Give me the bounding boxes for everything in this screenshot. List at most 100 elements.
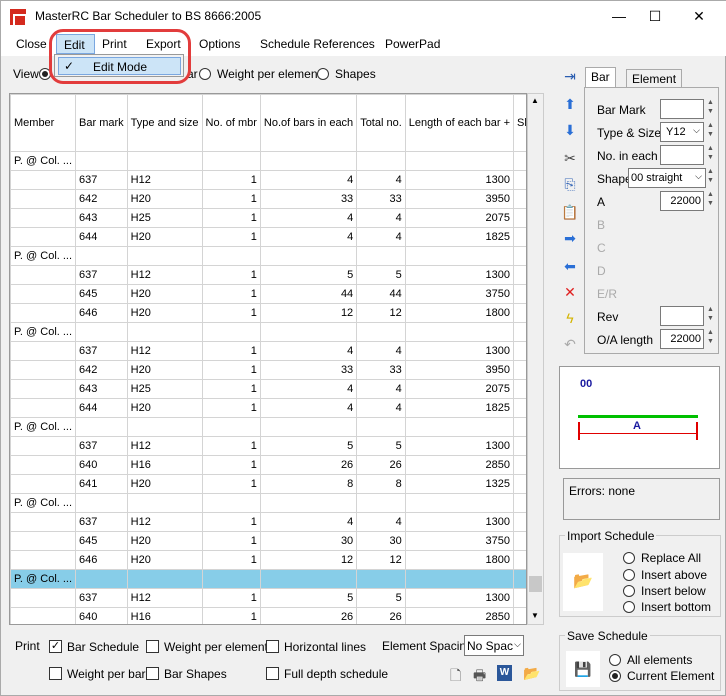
table-row[interactable]: 637H12144130051315215160160 <box>10 170 526 190</box>
view-radio-shapes[interactable] <box>317 66 329 80</box>
table-cell[interactable] <box>513 246 526 266</box>
table-cell[interactable]: P. @ Col. ... <box>10 322 77 342</box>
table-cell[interactable] <box>356 417 406 437</box>
table-cell[interactable] <box>513 322 526 342</box>
tab-bar[interactable]: Bar <box>585 67 616 89</box>
table-cell[interactable] <box>75 493 128 513</box>
table-cell[interactable] <box>356 246 406 266</box>
bar-mark-spinner[interactable]: ▲ ▼ <box>707 98 717 116</box>
table-cell[interactable] <box>126 493 203 513</box>
lightning-icon[interactable]: ϟ <box>561 309 579 327</box>
oa-length-spinner[interactable]: ▲ ▼ <box>707 328 717 346</box>
member-row[interactable]: P. @ Col. ... <box>10 417 526 437</box>
shape-spinner[interactable]: ▲ ▼ <box>707 167 717 185</box>
table-cell[interactable]: H20 <box>126 550 203 570</box>
table-cell[interactable]: 2850 <box>404 455 515 475</box>
table-cell[interactable]: P. @ Col. ... <box>10 417 77 437</box>
table-cell[interactable]: 51 <box>513 265 526 285</box>
table-cell[interactable]: 11 <box>513 474 526 494</box>
delete-icon[interactable]: ✕ <box>561 283 579 301</box>
table-cell[interactable]: 642 <box>75 189 128 209</box>
table-cell[interactable]: H25 <box>126 379 203 399</box>
table-cell[interactable]: H12 <box>126 588 203 608</box>
table-cell[interactable]: H12 <box>126 265 203 285</box>
table-cell[interactable]: 637 <box>75 341 128 361</box>
table-cell[interactable]: 1800 <box>404 550 515 570</box>
horizontal-lines-checkbox[interactable] <box>266 639 279 654</box>
menu-powerpad[interactable]: PowerPad <box>385 37 440 51</box>
column-header[interactable]: Shap code <box>513 94 526 152</box>
table-cell[interactable]: 4 <box>356 398 406 418</box>
new-document-icon[interactable]: 🗋 <box>450 665 461 689</box>
table-cell[interactable] <box>404 417 515 437</box>
table-cell[interactable]: 1300 <box>404 588 515 608</box>
weight-per-bar-checkbox[interactable] <box>49 666 62 681</box>
table-cell[interactable] <box>404 151 515 171</box>
table-cell[interactable]: 1 <box>201 550 261 570</box>
table-cell[interactable]: 1800 <box>404 303 515 323</box>
table-cell[interactable] <box>10 531 77 551</box>
table-row[interactable]: 642H2013333395000S tr... <box>10 360 526 380</box>
table-row[interactable]: 642H2013333395000S tr... <box>10 189 526 209</box>
table-cell[interactable]: 11 <box>513 227 526 247</box>
bar-mark-input[interactable] <box>660 99 704 119</box>
table-cell[interactable]: H16 <box>126 607 203 624</box>
table-cell[interactable] <box>10 550 77 570</box>
table-cell[interactable]: 12 <box>259 303 358 323</box>
table-cell[interactable]: 1 <box>201 607 261 624</box>
table-row[interactable]: 641H201881325113001035 <box>10 474 526 494</box>
table-cell[interactable]: 3750 <box>404 531 515 551</box>
table-cell[interactable]: 1 <box>201 588 261 608</box>
table-cell[interactable]: 1300 <box>404 265 515 285</box>
table-cell[interactable]: 1825 <box>404 398 515 418</box>
insert-row-icon[interactable]: ⇥ <box>561 67 579 85</box>
table-cell[interactable]: 33 <box>356 360 406 380</box>
open-folder-icon[interactable]: 📂 <box>523 665 540 682</box>
table-cell[interactable] <box>10 360 77 380</box>
table-cell[interactable] <box>10 189 77 209</box>
table-cell[interactable]: 4 <box>259 379 358 399</box>
bar-shapes-checkbox[interactable] <box>146 666 159 681</box>
table-cell[interactable]: H20 <box>126 474 203 494</box>
table-cell[interactable] <box>356 493 406 513</box>
table-cell[interactable]: 1 <box>201 455 261 475</box>
table-cell[interactable]: H20 <box>126 227 203 247</box>
table-cell[interactable]: 33 <box>356 189 406 209</box>
table-cell[interactable]: 645 <box>75 284 128 304</box>
insert-bottom-radio[interactable] <box>623 599 635 613</box>
table-cell[interactable]: 1300 <box>404 436 515 456</box>
table-cell[interactable]: 26 <box>356 455 406 475</box>
table-cell[interactable]: 1 <box>201 303 261 323</box>
member-row[interactable]: P. @ Col. ... <box>10 322 526 342</box>
no-in-each-spinner[interactable]: ▲ ▼ <box>707 144 717 162</box>
table-cell[interactable]: 642 <box>75 360 128 380</box>
table-cell[interactable] <box>513 417 526 437</box>
table-row[interactable]: 646H20112121800113001540 <box>10 303 526 323</box>
cut-icon[interactable]: ✂ <box>561 149 579 167</box>
table-cell[interactable]: 4 <box>356 512 406 532</box>
table-cell[interactable]: 4 <box>259 512 358 532</box>
table-cell[interactable] <box>10 379 77 399</box>
table-cell[interactable]: H20 <box>126 398 203 418</box>
undo-icon[interactable]: ↶ <box>561 335 579 353</box>
view-radio-weight[interactable] <box>199 66 211 80</box>
table-cell[interactable]: 44 <box>356 284 406 304</box>
table-cell[interactable]: 1300 <box>404 341 515 361</box>
table-cell[interactable] <box>356 322 406 342</box>
dim-a-input[interactable]: 22000 <box>660 191 704 211</box>
table-cell[interactable] <box>201 322 261 342</box>
table-cell[interactable]: 1 <box>201 398 261 418</box>
table-row[interactable]: 646H20112121800113001540 <box>10 550 526 570</box>
bar-schedule-checkbox[interactable]: ✓ <box>49 639 62 654</box>
import-folder-icon[interactable]: 📂 <box>563 553 603 611</box>
table-cell[interactable] <box>75 569 128 589</box>
table-cell[interactable] <box>259 569 358 589</box>
table-cell[interactable]: 33 <box>259 360 358 380</box>
grid-vertical-scrollbar[interactable]: ▲ ▼ <box>527 93 544 625</box>
table-cell[interactable]: H25 <box>126 208 203 228</box>
menu-schedule-references[interactable]: Schedule References <box>260 37 375 51</box>
table-cell[interactable]: 00 <box>513 189 526 209</box>
table-cell[interactable]: 4 <box>356 341 406 361</box>
column-header[interactable]: No. of mbr <box>201 94 261 152</box>
table-row[interactable]: 640H1612626285000S tr... <box>10 607 526 624</box>
